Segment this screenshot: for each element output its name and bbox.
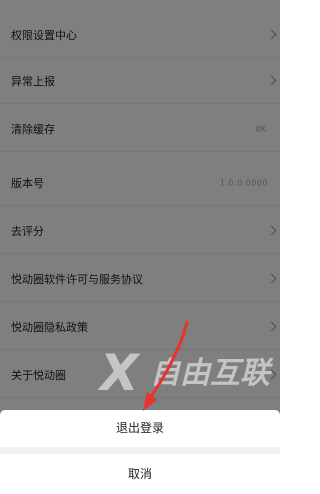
- logout-button[interactable]: 退出登录: [0, 410, 280, 446]
- logout-action-sheet: 退出登录 取消: [0, 410, 280, 481]
- sheet-divider: [0, 447, 280, 454]
- cancel-button[interactable]: 取消: [0, 454, 280, 494]
- modal-dim-overlay[interactable]: [0, 0, 280, 470]
